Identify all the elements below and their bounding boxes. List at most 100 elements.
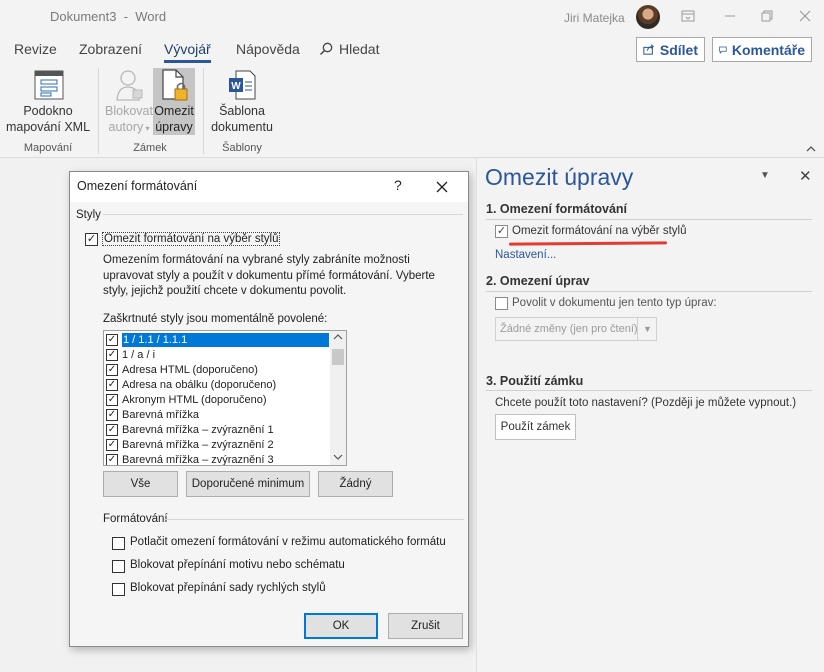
list-item[interactable]: ✓ Barevná mřížka – zvýraznění 1 xyxy=(106,423,331,438)
allow-editing-checkbox[interactable] xyxy=(495,297,508,310)
suppress-autoformat-label[interactable]: Potlačit omezení formátování v režimu au… xyxy=(130,536,446,548)
formatting-section-label: Formátování xyxy=(103,513,168,525)
section-divider xyxy=(103,214,463,215)
style-checkbox[interactable]: ✓ xyxy=(106,349,118,361)
restore-icon[interactable] xyxy=(757,7,777,27)
group-separator xyxy=(98,68,99,154)
minimize-icon[interactable] xyxy=(720,7,740,27)
document-title: Dokument3 - Word xyxy=(50,9,167,24)
section1-heading: 1. Omezení formátování xyxy=(486,202,628,216)
block-quick-styles-checkbox[interactable] xyxy=(112,583,125,596)
dialog-title: Omezení formátování xyxy=(77,179,198,193)
listbox-scrollbar[interactable] xyxy=(330,331,346,465)
editing-type-select[interactable]: Žádné změny (jen pro čtení) ▼ xyxy=(495,317,657,341)
style-checkbox[interactable]: ✓ xyxy=(106,364,118,376)
style-checkbox[interactable]: ✓ xyxy=(106,379,118,391)
style-checkbox[interactable]: ✓ xyxy=(106,424,118,436)
section-divider xyxy=(486,219,812,220)
styles-listbox[interactable]: ✓ 1 / 1.1 / 1.1.1 ✓ 1 / a / i ✓ Adresa HTML… xyxy=(103,330,347,466)
share-button[interactable]: Sdílet xyxy=(636,37,705,62)
none-button[interactable]: Žádný xyxy=(318,471,393,497)
allow-editing-label[interactable]: Povolit v dokumentu jen tento typ úprav: xyxy=(512,297,717,309)
recommended-minimum-button[interactable]: Doporučené minimum xyxy=(186,471,310,497)
style-name: Akronym HTML (doporučeno) xyxy=(122,394,267,406)
block-authors-button[interactable]: Blokovat autory ▾ xyxy=(104,103,154,137)
style-checkbox[interactable]: ✓ xyxy=(106,394,118,406)
style-checkbox[interactable]: ✓ xyxy=(106,454,118,465)
restrict-editing-label: Omezit úpravy xyxy=(153,103,195,135)
editing-type-value: Žádné změny (jen pro čtení) xyxy=(500,323,638,335)
document-template-button[interactable]: Šablona dokumentu xyxy=(206,103,278,135)
enforce-question: Chcete použít toto nastavení? (Později j… xyxy=(495,397,797,409)
avatar[interactable] xyxy=(636,5,660,29)
limit-styles-checkbox[interactable]: ✓ xyxy=(495,225,508,238)
pane-close-icon[interactable]: ✕ xyxy=(799,167,812,185)
search-tab[interactable]: Hledat xyxy=(339,41,379,57)
scroll-up-icon[interactable] xyxy=(333,332,343,342)
collapse-ribbon-icon[interactable] xyxy=(806,141,816,155)
block-theme-switch-checkbox[interactable] xyxy=(112,560,125,573)
group-label-sablony: Šablony xyxy=(222,142,262,154)
svg-text:W: W xyxy=(231,81,241,92)
style-checkbox[interactable]: ✓ xyxy=(106,409,118,421)
comments-button[interactable]: Komentáře xyxy=(712,37,812,62)
tab-zobrazeni[interactable]: Zobrazení xyxy=(79,41,142,57)
ribbon-display-options-icon[interactable] xyxy=(678,7,698,27)
section3-heading: 3. Použití zámku xyxy=(486,374,584,388)
scroll-down-icon[interactable] xyxy=(333,452,343,462)
close-window-icon[interactable] xyxy=(795,7,815,27)
group-label-zamek: Zámek xyxy=(133,142,167,154)
list-item[interactable]: ✓ Barevná mřížka xyxy=(106,408,331,423)
limit-styles-checkbox[interactable]: ✓ xyxy=(85,233,98,246)
style-name: Barevná mřížka – zvýraznění 2 xyxy=(122,439,274,451)
cancel-button[interactable]: Zrušit xyxy=(388,613,463,639)
style-name: Barevná mřížka xyxy=(122,409,200,421)
section2-heading: 2. Omezení úprav xyxy=(486,274,590,288)
list-item[interactable]: ✓ Adresa na obálku (doporučeno) xyxy=(106,378,331,393)
list-item[interactable]: ✓ Akronym HTML (doporučeno) xyxy=(106,393,331,408)
style-name: 1 / 1.1 / 1.1.1 xyxy=(122,333,329,347)
block-authors-label-line1: Blokovat xyxy=(105,104,153,118)
search-icon[interactable] xyxy=(319,42,333,56)
list-item[interactable]: ✓ 1 / a / i xyxy=(106,348,331,363)
list-item[interactable]: ✓ Adresa HTML (doporučeno) xyxy=(106,363,331,378)
block-quick-styles-label[interactable]: Blokovat přepínání sady rychlých stylů xyxy=(130,582,326,594)
comments-label: Komentáře xyxy=(731,41,805,58)
list-item[interactable]: ✓ Barevná mřížka – zvýraznění 2 xyxy=(106,438,331,453)
tab-napoveda[interactable]: Nápověda xyxy=(236,41,300,57)
style-name: Adresa HTML (doporučeno) xyxy=(122,364,258,376)
all-button[interactable]: Vše xyxy=(103,471,178,497)
xml-mapping-pane-button[interactable]: Podokno mapování XML xyxy=(4,103,92,135)
share-icon xyxy=(643,44,654,55)
group-label-mapovani: Mapování xyxy=(23,142,73,154)
dialog-description: Omezením formátování na vybrané styly za… xyxy=(103,254,435,297)
tab-revize[interactable]: Revize xyxy=(14,41,57,57)
ok-button[interactable]: OK xyxy=(304,613,378,639)
block-authors-icon xyxy=(115,68,145,102)
limit-styles-label[interactable]: Omezit formátování na výběr stylů xyxy=(512,225,686,237)
restrict-editing-label-line2: úpravy xyxy=(155,120,193,134)
style-name: Adresa na obálku (doporučeno) xyxy=(122,379,277,391)
share-label: Sdílet xyxy=(659,41,698,58)
list-item[interactable]: ✓ Barevná mřížka – zvýraznění 3 xyxy=(106,453,331,465)
suppress-autoformat-checkbox[interactable] xyxy=(112,537,125,550)
block-theme-switch-label[interactable]: Blokovat přepínání motivu nebo schématu xyxy=(130,559,345,571)
pane-options-icon[interactable]: ▼ xyxy=(760,170,770,181)
chevron-down-icon: ▼ xyxy=(637,318,657,340)
document-template-icon: W xyxy=(228,70,256,100)
user-name[interactable]: Jiri Matejka xyxy=(564,11,625,25)
limit-styles-label[interactable]: Omezit formátování na výběr stylů xyxy=(102,232,281,246)
chevron-down-icon: ▾ xyxy=(143,124,150,133)
help-button[interactable]: ? xyxy=(394,177,402,193)
style-checkbox[interactable]: ✓ xyxy=(106,334,118,346)
list-item[interactable]: ✓ 1 / 1.1 / 1.1.1 xyxy=(106,333,331,348)
ribbon-display-icon xyxy=(681,10,695,22)
tab-vyvojar[interactable]: Vývojář xyxy=(164,41,211,57)
styles-section-label: Styly xyxy=(76,209,101,221)
enforce-protection-button[interactable]: Použít zámek xyxy=(495,414,576,440)
style-checkbox[interactable]: ✓ xyxy=(106,439,118,451)
scroll-thumb[interactable] xyxy=(332,349,344,365)
comment-icon xyxy=(719,46,727,54)
settings-link[interactable]: Nastavení... xyxy=(495,249,556,261)
close-icon[interactable] xyxy=(436,175,448,198)
